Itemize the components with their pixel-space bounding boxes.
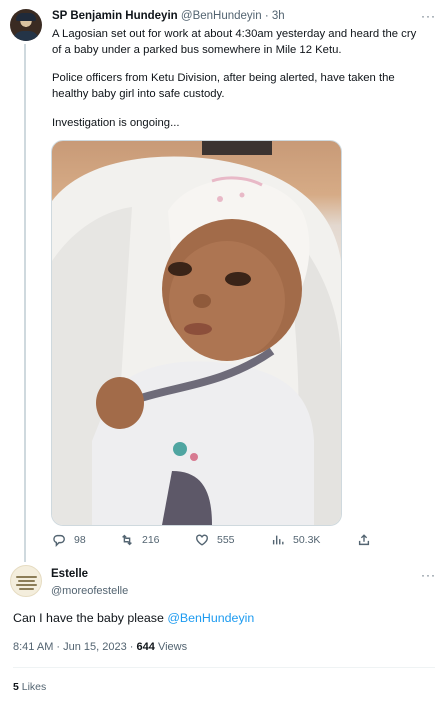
reply-author-name[interactable]: Estelle bbox=[51, 568, 88, 580]
tweet-header: SP Benjamin Hundeyin @BenHundeyin · 3h bbox=[52, 10, 285, 22]
divider bbox=[13, 667, 435, 668]
share-icon bbox=[358, 534, 370, 546]
repost-icon bbox=[122, 534, 132, 546]
views-count: 50.3K bbox=[293, 534, 321, 546]
like-icon bbox=[196, 534, 208, 546]
tweet-text-line-2: of a baby under a parked bus somewhere i… bbox=[52, 44, 342, 56]
author-handle[interactable]: @BenHundeyin bbox=[181, 10, 262, 22]
reply-more-icon[interactable]: ··· bbox=[421, 568, 436, 582]
reply-timestamp[interactable]: 8:41 AM · Jun 15, 2023 · bbox=[13, 641, 137, 653]
tweet-text-line-3: Police officers from Ketu Division, afte… bbox=[52, 72, 395, 84]
more-icon[interactable]: ··· bbox=[421, 9, 436, 23]
author-avatar[interactable] bbox=[10, 9, 42, 41]
baby-photo-illustration bbox=[52, 141, 341, 525]
views-icon bbox=[272, 535, 284, 545]
reply-button[interactable]: 98 bbox=[52, 533, 86, 547]
tweet-text-line-5: Investigation is ongoing... bbox=[52, 117, 180, 129]
reply-icon bbox=[53, 534, 65, 547]
header-separator: · bbox=[264, 10, 269, 22]
repost-button[interactable]: 216 bbox=[120, 533, 160, 547]
tweet-actions: 98 216 555 50.3K bbox=[52, 533, 382, 551]
reply-body: Can I have the baby please bbox=[13, 611, 168, 625]
avatar-text-graphic bbox=[16, 574, 37, 592]
author-name[interactable]: SP Benjamin Hundeyin bbox=[52, 10, 178, 22]
tweet-text-line-4: healthy baby girl into safe custody. bbox=[52, 88, 225, 100]
avatar-shirt bbox=[13, 31, 39, 41]
views-button[interactable]: 50.3K bbox=[271, 533, 320, 547]
reply-views-count: 644 bbox=[136, 641, 155, 653]
reply-likes[interactable]: 5 Likes bbox=[13, 681, 46, 693]
reply-likes-label: Likes bbox=[18, 681, 47, 693]
mention-link[interactable]: @BenHundeyin bbox=[167, 611, 254, 625]
tweet-text-line-1: A Lagosian set out for work at about 4:3… bbox=[52, 28, 417, 40]
thread-connector-line bbox=[24, 44, 26, 562]
like-button[interactable]: 555 bbox=[195, 533, 235, 547]
like-count: 555 bbox=[217, 534, 235, 546]
avatar-cap bbox=[16, 13, 36, 21]
reply-views-label: Views bbox=[154, 641, 188, 653]
tweet-time[interactable]: 3h bbox=[272, 10, 285, 22]
repost-count: 216 bbox=[142, 534, 160, 546]
reply-count: 98 bbox=[74, 534, 86, 546]
reply-author-handle[interactable]: @moreofestelle bbox=[51, 585, 128, 597]
reply-metadata: 8:41 AM · Jun 15, 2023 · 644 Views bbox=[13, 641, 187, 653]
reply-text: Can I have the baby please @BenHundeyin bbox=[13, 611, 254, 625]
reply-author-avatar[interactable] bbox=[10, 565, 42, 597]
share-button[interactable] bbox=[357, 533, 371, 547]
tweet-photo[interactable] bbox=[51, 140, 342, 526]
